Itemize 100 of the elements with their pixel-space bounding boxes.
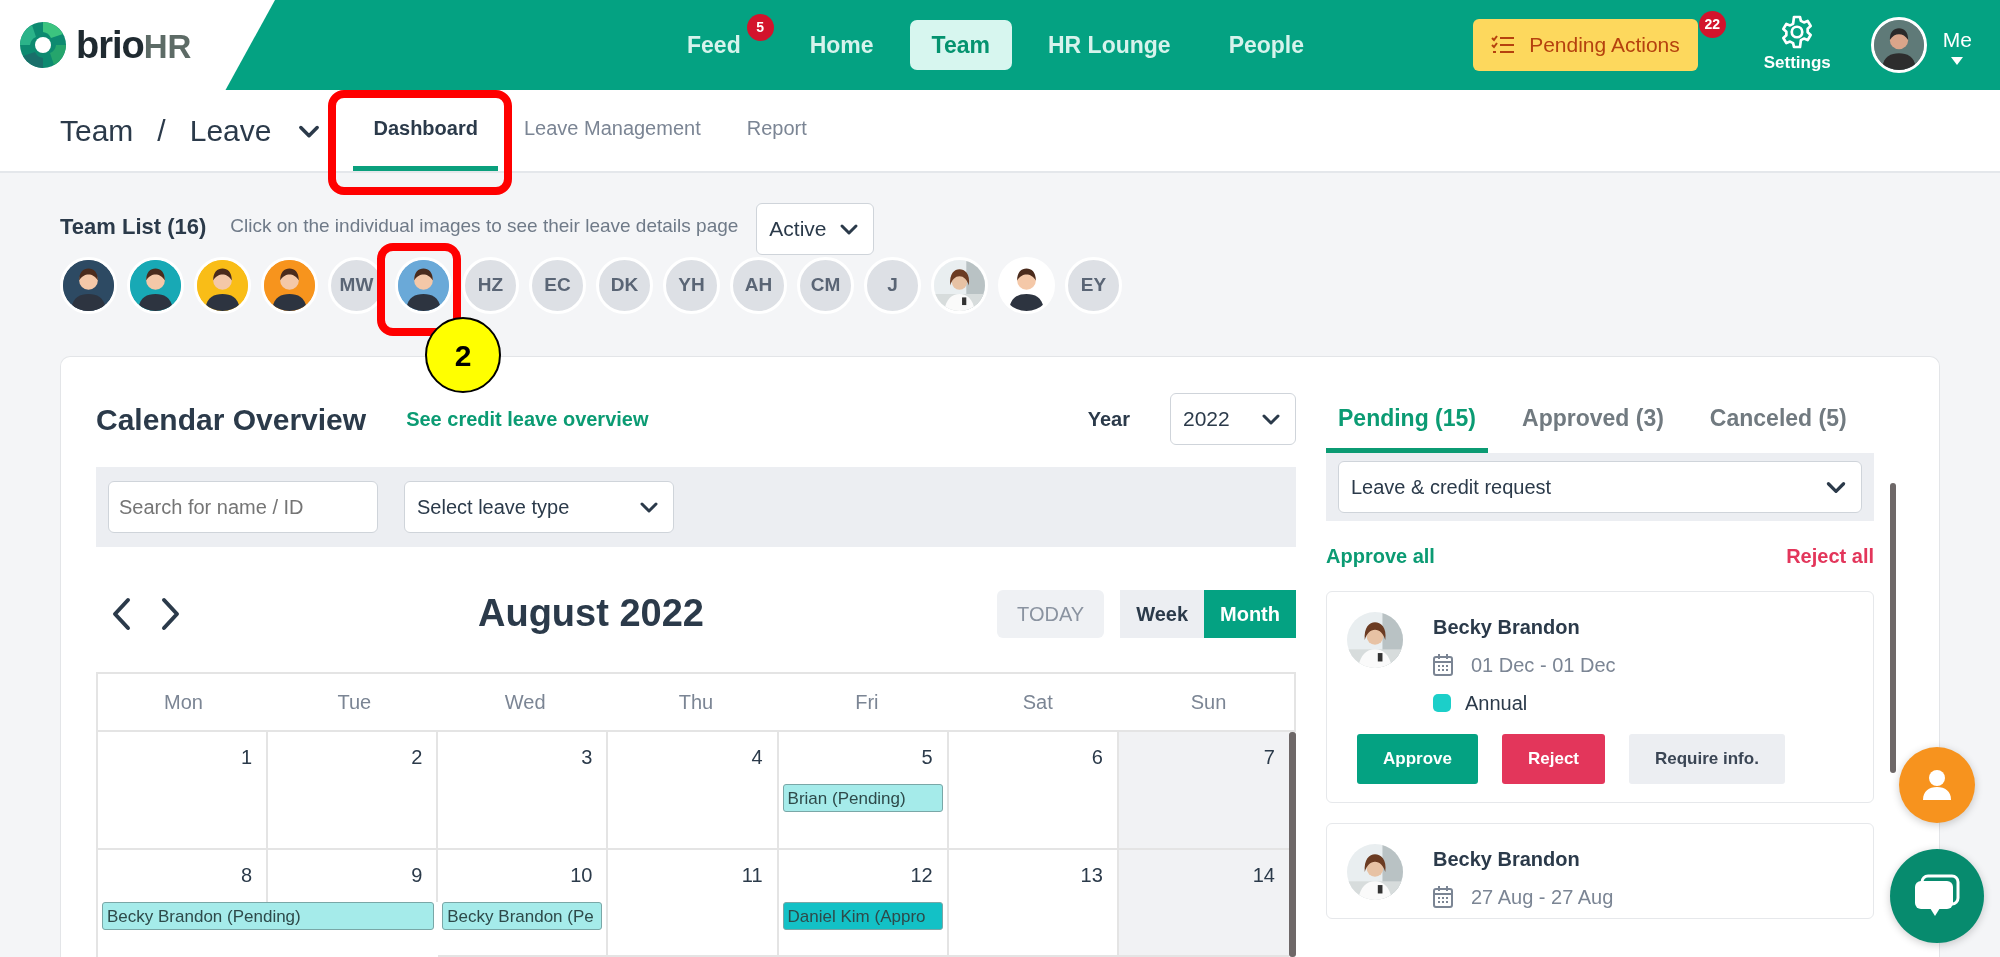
leave-type: Annual <box>1465 690 1528 716</box>
view-toggle[interactable]: Month <box>1204 589 1296 638</box>
weekday-header: Mon <box>98 674 269 732</box>
nav-tab[interactable]: HR Lounge <box>1026 19 1193 71</box>
day-cell[interactable]: 12 Daniel Kim (Appro <box>778 850 949 957</box>
step-number-marker: 2 <box>425 317 501 393</box>
require-info-button[interactable]: Require info. <box>1629 733 1785 784</box>
search-field[interactable]: Search for name / ID <box>108 481 378 533</box>
reject-all-link[interactable]: Reject all <box>1786 540 1874 571</box>
notification-badge: 22 <box>1698 11 1726 39</box>
breadcrumb-current: Leave <box>189 113 272 149</box>
day-number: 3 <box>581 745 593 770</box>
weekday-header: Fri <box>781 674 953 732</box>
chat-icon <box>1912 874 1962 918</box>
day-number: 2 <box>411 745 423 770</box>
hint-text: Click on the individual images to see their leave details page <box>230 213 739 238</box>
logo-icon <box>18 20 68 70</box>
profile-label[interactable]: Me <box>1942 24 1972 56</box>
person-icon <box>398 260 449 311</box>
scrollbar[interactable] <box>1289 732 1296 957</box>
member-initials[interactable]: J <box>864 257 921 314</box>
approve-all-link[interactable]: Approve all <box>1326 540 1435 571</box>
day-cell[interactable]: 11 <box>608 850 779 957</box>
year-label: Year <box>1087 407 1130 432</box>
day-cell[interactable]: 3 <box>438 732 609 850</box>
leave-dates: 27 Aug - 27 Aug <box>1471 884 1614 910</box>
pending-actions-button[interactable]: Pending Actions <box>1473 19 1698 71</box>
request-tab[interactable]: Canceled (5) <box>1697 391 1859 453</box>
leave-event[interactable]: Daniel Kim (Appro <box>782 902 943 930</box>
reject-button[interactable]: Reject <box>1501 733 1605 784</box>
nav-tab[interactable]: Home <box>787 19 896 71</box>
member-initials[interactable]: EY <box>1065 257 1122 314</box>
employee-name: Becky Brandon <box>1433 614 1581 640</box>
view-toggle[interactable]: Week <box>1120 589 1204 638</box>
page-tab[interactable]: Report <box>726 90 827 171</box>
weekday-header: Thu <box>610 674 782 732</box>
calendar-icon <box>1433 653 1453 676</box>
page-tab[interactable]: Leave Management <box>503 90 721 171</box>
day-cell[interactable]: 2 <box>268 732 439 850</box>
breadcrumb-link[interactable]: Team <box>60 108 134 153</box>
day-number: 6 <box>1091 745 1103 770</box>
day-cell[interactable]: 9 <box>268 850 439 902</box>
weekday-header: Sat <box>952 674 1124 732</box>
leave-type-dropdown[interactable]: Select leave type <box>404 481 674 533</box>
member-initials[interactable]: YH <box>663 257 720 314</box>
status-dropdown[interactable]: Active <box>756 203 874 255</box>
day-number: 9 <box>411 863 423 888</box>
request-type-dropdown[interactable]: Leave & credit request <box>1338 460 1862 513</box>
person-icon <box>1922 769 1952 801</box>
chat-button[interactable] <box>1890 849 1984 943</box>
page-tab[interactable]: Dashboard <box>353 90 498 171</box>
day-number: 13 <box>1080 863 1103 888</box>
day-cell[interactable]: 7 <box>1118 732 1289 850</box>
weekday-header: Tue <box>268 674 440 732</box>
day-number: 10 <box>570 863 593 888</box>
day-number: 1 <box>241 745 253 770</box>
person-icon <box>63 260 114 311</box>
leave-event[interactable]: Brian (Pending) <box>782 784 943 812</box>
day-number: 12 <box>910 863 933 888</box>
notification-badge: 5 <box>746 13 774 41</box>
settings-button[interactable]: Settings <box>1757 13 1837 77</box>
breadcrumb-separator: / <box>157 113 166 149</box>
leave-event[interactable]: Becky Brandon (Pending) <box>102 902 435 930</box>
day-cell[interactable]: 1 <box>98 732 269 850</box>
day-number: 7 <box>1263 745 1275 770</box>
member-initials[interactable]: DK <box>596 257 653 314</box>
brand-name: brioHR <box>76 22 192 68</box>
day-cell[interactable]: 14 <box>1118 850 1289 957</box>
leave-event[interactable]: Becky Brandon (Pe <box>442 902 603 930</box>
day-number: 14 <box>1252 863 1275 888</box>
section-title: Calendar Overview <box>96 401 367 438</box>
day-cell[interactable]: 5 Brian (Pending) <box>778 732 949 850</box>
day-cell[interactable]: 10 Becky Brandon (Pe <box>438 850 609 957</box>
year-dropdown[interactable]: 2022 <box>1170 393 1296 445</box>
person-icon <box>197 260 248 311</box>
scrollbar[interactable] <box>1890 483 1896 773</box>
caret-icon[interactable] <box>1949 55 1966 66</box>
checklist-icon <box>1491 34 1516 56</box>
day-number: 11 <box>741 863 763 888</box>
day-number: 8 <box>241 863 253 888</box>
member-initials[interactable]: CM <box>797 257 854 314</box>
request-tab[interactable]: Approved (3) <box>1510 391 1676 453</box>
month-title: August 2022 <box>478 591 704 636</box>
section-title: Team List (16) <box>60 212 207 241</box>
calendar-icon <box>1433 885 1453 908</box>
nav-tab[interactable]: Feed <box>665 19 747 71</box>
nav-tab[interactable]: People <box>1206 19 1327 71</box>
approve-button[interactable]: Approve <box>1357 733 1478 784</box>
person-icon <box>1873 20 1924 70</box>
today-button[interactable]: TODAY <box>997 589 1105 638</box>
person-icon <box>130 260 181 311</box>
member-initials[interactable]: AH <box>730 257 787 314</box>
member-initials[interactable]: HZ <box>462 257 519 314</box>
member-initials[interactable]: EC <box>529 257 586 314</box>
member-avatar[interactable] <box>931 257 988 314</box>
day-cell[interactable]: 4 <box>608 732 779 850</box>
credit-overview-link[interactable]: See credit leave overview <box>406 404 649 434</box>
weekday-header: Wed <box>439 674 611 732</box>
nav-tab[interactable]: Team <box>909 19 1012 71</box>
employee-name: Becky Brandon <box>1433 846 1581 872</box>
